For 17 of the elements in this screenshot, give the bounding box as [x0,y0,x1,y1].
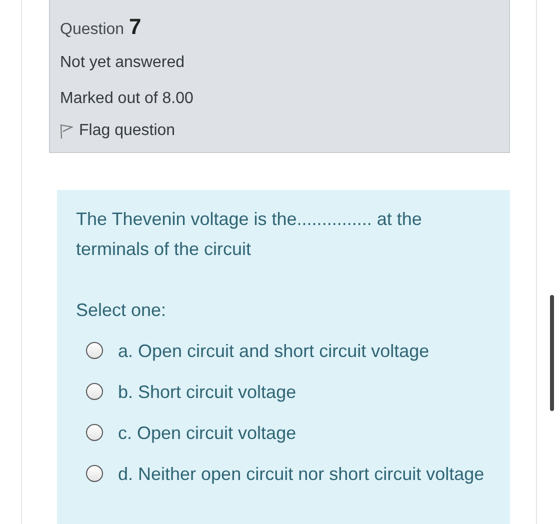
flag-question-link[interactable]: Flag question [60,122,176,140]
select-prompt: Select one: [76,299,168,322]
answer-option[interactable]: b. Short circuit voltage [118,377,296,407]
question-label: Question [60,21,124,39]
answer-option[interactable]: c. Open circuit voltage [118,418,296,448]
radio-button[interactable] [86,342,103,359]
radio-button[interactable] [86,383,103,400]
radio-button[interactable] [86,424,103,441]
question-number: 7 [129,14,142,40]
answer-option[interactable]: a. Open circuit and short circuit voltage [118,336,430,366]
flag-icon [60,124,73,138]
radio-button[interactable] [86,465,103,482]
marks-text: Marked out of 8.00 [60,89,194,109]
scrollbar[interactable] [550,295,554,411]
question-text: The Thevenin voltage is the............... at the terminals of the circuit [76,208,423,261]
answer-option[interactable]: d. Neither open circuit nor short circuit voltage [118,459,484,489]
answer-status: Not yet answered [60,53,186,73]
